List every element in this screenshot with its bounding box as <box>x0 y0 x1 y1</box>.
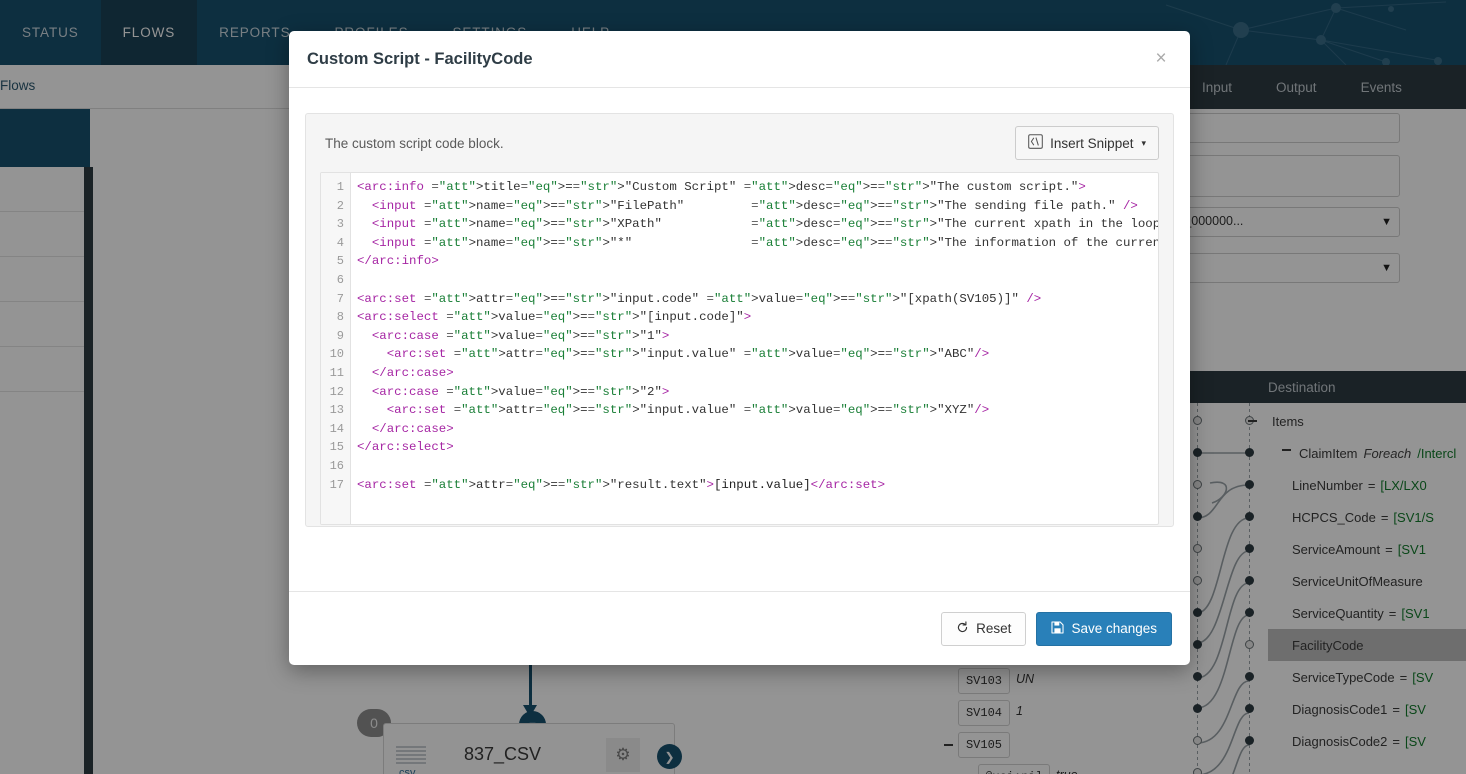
floppy-disk-save-icon <box>1051 620 1064 637</box>
line-number: 2 <box>336 198 344 213</box>
line-number: 6 <box>336 272 344 287</box>
custom-script-modal: Custom Script - FacilityCode × The custo… <box>289 31 1190 665</box>
line-number: 4 <box>336 235 344 250</box>
code-text-area[interactable]: <arc:info ="att">title="eq">=="str">"Cus… <box>351 173 1158 524</box>
save-label: Save changes <box>1071 621 1157 636</box>
chevron-down-icon: ▾ <box>1141 137 1146 148</box>
reset-icon <box>956 620 969 637</box>
page-title: Custom Script - FacilityCode <box>307 49 533 68</box>
modal-body: The custom script code block. Insert Sni… <box>289 88 1190 591</box>
script-description: The custom script code block. <box>325 135 504 151</box>
line-number: 15 <box>329 440 344 455</box>
line-number: 11 <box>329 365 344 380</box>
line-number: 8 <box>336 310 344 325</box>
code-editor[interactable]: 1 2 3 4 5 6 7 8 9 10 11 12 13 14 15 16 17 <arc:info ="at… <box>320 172 1159 525</box>
reset-button[interactable]: Reset <box>941 611 1027 646</box>
line-number: 12 <box>329 384 344 399</box>
insert-snippet-button[interactable]: Insert Snippet ▾ <box>1015 126 1159 160</box>
line-number-gutter: 1 2 3 4 5 6 7 8 9 10 11 12 13 14 15 16 17 <box>321 173 351 524</box>
reset-label: Reset <box>976 621 1012 636</box>
save-changes-button[interactable]: Save changes <box>1036 611 1172 646</box>
line-number: 16 <box>329 458 344 473</box>
line-number: 14 <box>329 421 344 436</box>
script-card: The custom script code block. Insert Sni… <box>305 113 1174 527</box>
line-number: 10 <box>329 347 344 362</box>
modal-header: Custom Script - FacilityCode × <box>289 31 1190 88</box>
line-number: 5 <box>336 254 344 269</box>
line-number: 1 <box>336 180 344 194</box>
insert-snippet-label: Insert Snippet <box>1050 135 1134 151</box>
app-root: STATUS FLOWS REPORTS PROFILES SETTINGS H… <box>0 0 1466 774</box>
modal-footer: Reset Save changes <box>289 591 1190 665</box>
line-number: 17 <box>329 477 344 492</box>
close-icon[interactable]: × <box>1148 46 1174 72</box>
line-number: 13 <box>329 403 344 418</box>
line-number: 7 <box>336 291 344 306</box>
line-number: 9 <box>336 328 344 343</box>
card-toolbar: The custom script code block. Insert Sni… <box>320 126 1159 160</box>
code-snippet-icon <box>1028 134 1043 152</box>
line-number: 3 <box>336 217 344 232</box>
